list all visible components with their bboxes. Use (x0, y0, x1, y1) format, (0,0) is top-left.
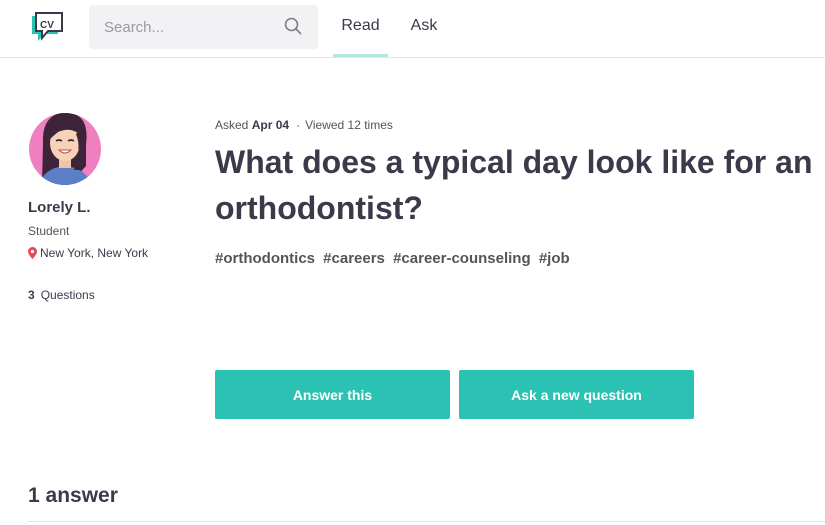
avatar[interactable] (28, 106, 103, 186)
questions-count: 3 (28, 288, 35, 302)
tab-ask[interactable]: Ask (400, 0, 448, 57)
search-input[interactable] (89, 5, 279, 49)
cv-logo-icon[interactable]: CV (30, 11, 68, 43)
tab-read[interactable]: Read (333, 0, 388, 57)
tag-careers[interactable]: #careers (323, 250, 385, 267)
questions-label: Questions (40, 288, 95, 302)
viewed-count: Viewed 12 times (305, 118, 393, 132)
location-text: New York, New York (40, 246, 149, 260)
location-pin-icon (28, 247, 37, 259)
answers-heading: 1 answer (28, 484, 118, 507)
meta-separator: · (296, 118, 301, 132)
question-tags: #orthodontics #careers #career-counselin… (215, 250, 574, 267)
user-location: New York, New York (28, 246, 148, 260)
user-questions-count[interactable]: 3 Questions (28, 288, 95, 302)
asked-prefix: Asked (215, 118, 249, 132)
question-title: What does a typical day look like for an… (215, 144, 813, 226)
tag-job[interactable]: #job (539, 250, 570, 267)
tag-career-counseling[interactable]: #career-counseling (393, 250, 531, 267)
logo-text: CV (40, 20, 54, 31)
user-role: Student (28, 224, 70, 238)
answers-divider (28, 521, 825, 522)
tag-orthodontics[interactable]: #orthodontics (215, 250, 315, 267)
ask-new-question-button[interactable]: Ask a new question (459, 370, 694, 419)
question-meta: Asked Apr 04 · Viewed 12 times (215, 118, 393, 132)
search-icon[interactable] (284, 17, 302, 35)
asked-date: Apr 04 (251, 118, 290, 132)
top-header: CV Read Ask (0, 0, 825, 58)
answer-this-button[interactable]: Answer this (215, 370, 450, 419)
user-name[interactable]: Lorely L. (28, 199, 91, 216)
